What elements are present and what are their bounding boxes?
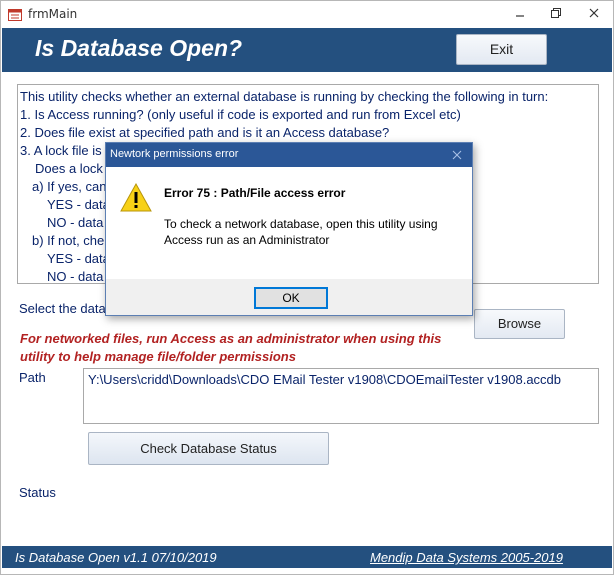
network-permissions-dialog: Newtork permissions error Error 75 : Pat… <box>105 142 473 316</box>
form-icon <box>8 9 22 21</box>
title-bar[interactable]: frmMain <box>1 1 613 27</box>
dialog-body: Error 75 : Path/File access error To che… <box>106 167 472 279</box>
path-field[interactable]: Y:\Users\cridd\Downloads\CDO EMail Teste… <box>83 368 599 424</box>
close-icon[interactable] <box>450 148 464 162</box>
status-label: Status <box>19 485 56 500</box>
footer-bar: Is Database Open v1.1 07/10/2019 Mendip … <box>2 546 612 568</box>
dialog-message-line: Access run as an Administrator <box>164 233 330 247</box>
header-bar: Is Database Open? Exit <box>2 28 612 72</box>
dialog-title-bar[interactable]: Newtork permissions error <box>106 143 472 167</box>
info-line: 1. Is Access running? (only useful if co… <box>20 107 461 122</box>
info-line: 3. A lock file is <box>20 143 102 158</box>
dialog-title: Newtork permissions error <box>110 148 239 160</box>
info-line: a) If yes, can <box>32 179 107 194</box>
info-line: 2. Does file exist at specified path and… <box>20 125 390 140</box>
network-warning-text: For networked files, run Access as an ad… <box>20 331 442 364</box>
select-database-label: Select the data <box>19 301 106 316</box>
dialog-message: To check a network database, open this u… <box>164 216 438 248</box>
check-database-status-button[interactable]: Check Database Status <box>88 432 329 465</box>
info-line: NO - data <box>47 269 104 284</box>
restore-icon[interactable] <box>549 6 563 20</box>
ok-button[interactable]: OK <box>254 287 328 309</box>
path-label: Path <box>19 370 46 385</box>
window-title: frmMain <box>28 7 78 21</box>
info-line: Does a lock <box>35 161 103 176</box>
dialog-message-line: To check a network database, open this u… <box>164 217 438 231</box>
dialog-error-heading: Error 75 : Path/File access error <box>164 186 346 200</box>
version-text: Is Database Open v1.1 07/10/2019 <box>15 550 217 565</box>
warning-icon <box>120 183 152 212</box>
page-title: Is Database Open? <box>35 35 243 61</box>
info-line: YES - data <box>47 251 110 266</box>
info-line: YES - data <box>47 197 110 212</box>
close-icon[interactable] <box>587 6 601 20</box>
browse-button[interactable]: Browse <box>474 309 565 339</box>
minimize-icon[interactable] <box>513 6 527 20</box>
exit-button[interactable]: Exit <box>456 34 547 65</box>
info-line: b) If not, che <box>32 233 105 248</box>
company-link[interactable]: Mendip Data Systems 2005-2019 <box>370 550 563 565</box>
info-line: NO - data <box>47 215 104 230</box>
info-line: This utility checks whether an external … <box>20 89 549 104</box>
